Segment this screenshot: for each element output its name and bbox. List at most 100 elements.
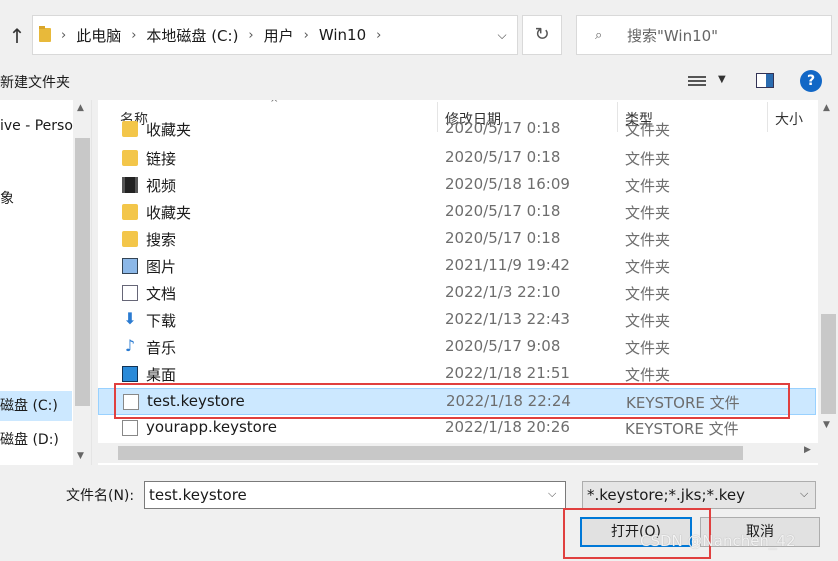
search-input[interactable]: 搜索"Win10" (627, 25, 718, 46)
file-type: 文件夹 (625, 312, 671, 330)
nav-item-disk-d[interactable]: 磁盘 (D:) (0, 429, 59, 449)
file-row[interactable]: 图片 2021/11/9 19:42 文件夹 (98, 253, 816, 280)
scroll-thumb[interactable] (118, 446, 743, 460)
file-type: 文件夹 (625, 121, 671, 139)
file-row[interactable]: 收藏夹 2020/5/17 0:18 文件夹 (98, 116, 816, 143)
search-icon: ⌕ (595, 27, 603, 43)
file-name: yourapp.keystore (146, 418, 277, 436)
file-type: 文件夹 (625, 339, 671, 357)
file-type: 文件夹 (625, 204, 671, 222)
file-row[interactable]: 收藏夹 2020/5/17 0:18 文件夹 (98, 199, 816, 226)
chevron-right-icon[interactable]: › (376, 28, 381, 43)
file-date: 2022/1/3 22:10 (445, 283, 561, 301)
chevron-down-icon[interactable]: ⌵ (548, 487, 556, 501)
nav-scrollbar[interactable]: ▲ ▼ (73, 100, 91, 465)
file-name: 收藏夹 (146, 121, 192, 139)
chevron-right-icon[interactable]: › (61, 28, 66, 43)
file-name: 链接 (146, 150, 177, 168)
file-row[interactable]: test.keystore 2022/1/18 22:24 KEYSTORE 文件 (98, 388, 816, 415)
file-date: 2020/5/17 0:18 (445, 119, 561, 137)
file-row[interactable]: ⬇ 下载 2022/1/13 22:43 文件夹 (98, 307, 816, 334)
up-arrow-icon[interactable]: ↑ (6, 22, 28, 50)
downloads-folder-icon: ⬇ (123, 309, 137, 328)
file-row[interactable]: 文档 2022/1/3 22:10 文件夹 (98, 280, 816, 307)
file-date: 2020/5/17 0:18 (445, 148, 561, 166)
file-name: 文档 (146, 285, 177, 303)
file-row[interactable]: 链接 2020/5/17 0:18 文件夹 (98, 145, 816, 172)
scroll-down-icon[interactable]: ▼ (823, 420, 830, 430)
nav-item-disk-c[interactable]: 磁盘 (C:) (0, 391, 72, 421)
file-name: 收藏夹 (146, 204, 192, 222)
scroll-right-icon[interactable]: ▶ (804, 445, 811, 455)
chevron-right-icon[interactable]: › (131, 28, 136, 43)
file-name: 视频 (146, 177, 177, 195)
horizontal-scrollbar[interactable]: ▶ (98, 443, 818, 463)
file-date: 2021/11/9 19:42 (445, 256, 570, 274)
address-bar[interactable]: › 此电脑 › 本地磁盘 (C:) › 用户 › Win10 › ⌵ (32, 15, 518, 55)
nav-item-onedrive[interactable]: ive - Perso (0, 118, 73, 134)
documents-folder-icon (122, 285, 138, 301)
file-name: 音乐 (146, 339, 177, 357)
file-type: KEYSTORE 文件 (626, 394, 740, 412)
file-row[interactable]: yourapp.keystore 2022/1/18 20:26 KEYSTORE … (98, 415, 816, 442)
new-folder-button[interactable]: 新建文件夹 (0, 72, 70, 92)
preview-pane-icon[interactable] (756, 73, 774, 88)
file-date: 2020/5/17 9:08 (445, 337, 561, 355)
file-date: 2020/5/18 16:09 (445, 175, 570, 193)
scroll-thumb[interactable] (75, 138, 90, 406)
scroll-up-icon[interactable]: ▲ (77, 103, 84, 113)
help-icon[interactable]: ? (800, 70, 822, 92)
breadcrumb-this-pc[interactable]: 此电脑 (76, 25, 121, 46)
vertical-scrollbar[interactable]: ▲ ▼ (818, 100, 838, 465)
filename-input[interactable]: test.keystore (144, 481, 566, 509)
file-row[interactable]: 桌面 2022/1/18 21:51 文件夹 (98, 361, 816, 388)
breadcrumb-win10[interactable]: Win10 (319, 26, 366, 44)
search-folder-icon (122, 231, 138, 247)
nav-item-3d-objects[interactable]: 象 (0, 188, 14, 208)
chevron-down-icon[interactable]: ⌵ (800, 487, 808, 501)
search-box[interactable]: ⌕ 搜索"Win10" (576, 15, 832, 55)
breadcrumb-users[interactable]: 用户 (264, 25, 294, 46)
file-name: 下载 (146, 312, 177, 330)
view-list-icon[interactable] (688, 74, 706, 88)
file-type: 文件夹 (625, 177, 671, 195)
file-icon (123, 394, 139, 410)
toolbar: 新建文件夹 ▼ ? (0, 66, 838, 100)
watermark: CSDN @Nanchen_42 (640, 532, 796, 550)
chevron-down-icon[interactable]: ▼ (718, 74, 726, 85)
file-type: 文件夹 (625, 258, 671, 276)
file-date: 2022/1/18 21:51 (445, 364, 570, 382)
file-name: 搜索 (146, 231, 177, 249)
sort-up-icon: ^ (270, 100, 279, 109)
breadcrumb-local-disk-c[interactable]: 本地磁盘 (C:) (146, 25, 238, 46)
file-date: 2022/1/13 22:43 (445, 310, 570, 328)
scroll-up-icon[interactable]: ▲ (823, 103, 830, 113)
file-type-filter[interactable]: *.keystore;*.jks;*.key (582, 481, 816, 509)
filename-label: 文件名(N): (66, 488, 135, 504)
scroll-down-icon[interactable]: ▼ (77, 451, 84, 461)
file-list: ^ 名称 修改日期 类型 大小 收藏夹 2020/5/17 0:18 文件夹 链接 20… (98, 100, 838, 465)
file-name: 图片 (146, 258, 177, 276)
file-row[interactable]: 搜索 2020/5/17 0:18 文件夹 (98, 226, 816, 253)
folder-star-icon (122, 121, 138, 137)
file-name: test.keystore (147, 392, 245, 410)
scroll-thumb[interactable] (821, 314, 836, 414)
chevron-right-icon[interactable]: › (304, 28, 309, 43)
refresh-button[interactable]: ↻ (522, 15, 562, 55)
address-row: ↑ › 此电脑 › 本地磁盘 (C:) › 用户 › Win10 › ⌵ ↻ ⌕… (0, 0, 838, 66)
refresh-icon: ↻ (534, 24, 550, 45)
file-date: 2022/1/18 22:24 (446, 392, 571, 410)
chevron-right-icon[interactable]: › (248, 28, 253, 43)
file-date: 2020/5/17 0:18 (445, 202, 561, 220)
file-date: 2022/1/18 20:26 (445, 418, 570, 436)
chevron-down-icon[interactable]: ⌵ (493, 26, 511, 44)
favorites-folder-icon (122, 204, 138, 220)
desktop-folder-icon (122, 366, 138, 382)
file-icon (122, 420, 138, 436)
navigation-pane: ive - Perso 象 磁盘 (C:) 磁盘 (D:) ▲ ▼ (0, 100, 92, 465)
file-row[interactable]: ♪ 音乐 2020/5/17 9:08 文件夹 (98, 334, 816, 361)
file-row[interactable]: 视频 2020/5/18 16:09 文件夹 (98, 172, 816, 199)
music-folder-icon: ♪ (124, 336, 136, 355)
file-type: 文件夹 (625, 150, 671, 168)
file-date: 2020/5/17 0:18 (445, 229, 561, 247)
